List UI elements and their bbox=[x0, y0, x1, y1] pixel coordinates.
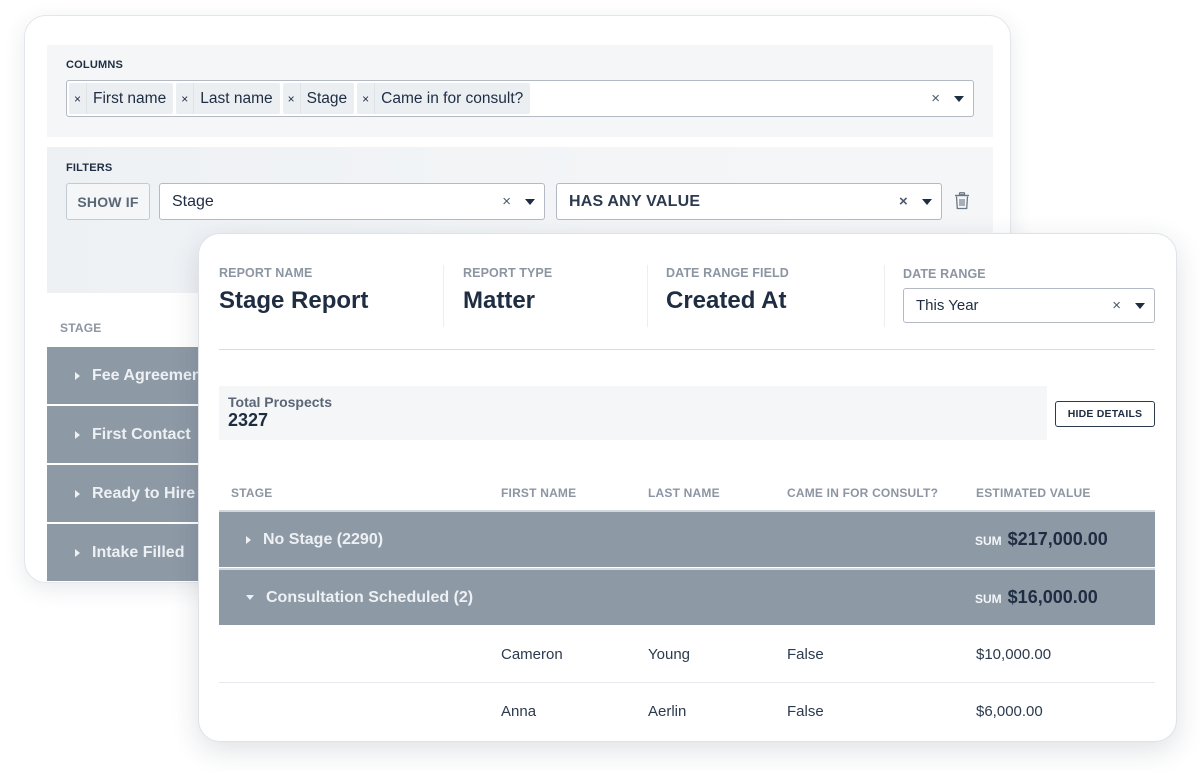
remove-chip-icon[interactable]: × bbox=[283, 83, 301, 114]
collapse-icon bbox=[246, 595, 254, 600]
sum-label: SUM bbox=[975, 592, 1002, 606]
expand-icon bbox=[75, 548, 80, 557]
filter-condition-value: HAS ANY VALUE bbox=[569, 192, 701, 210]
report-type-value: Matter bbox=[463, 287, 536, 314]
remove-chip-icon[interactable]: × bbox=[176, 83, 195, 114]
sum-label: SUM bbox=[975, 534, 1002, 548]
date-range-value: This Year bbox=[916, 297, 979, 314]
chip-label: Came in for consult? bbox=[381, 89, 524, 107]
column-chip-came-in-for-consult: × Came in for consult? bbox=[357, 83, 531, 114]
chevron-down-icon[interactable] bbox=[1135, 302, 1145, 309]
column-header-estimated-value[interactable]: ESTIMATED VALUE bbox=[976, 486, 1091, 500]
report-name-value: Stage Report bbox=[219, 287, 369, 314]
filter-field-select[interactable]: Stage × bbox=[159, 183, 545, 220]
table-row: Anna Aerlin False $6,000.00 bbox=[219, 683, 1155, 740]
filter-field-value: Stage bbox=[172, 192, 214, 210]
column-header-came-in-for-consult[interactable]: CAME IN FOR CONSULT? bbox=[787, 486, 938, 500]
stage-group-label: Consultation Scheduled (2) bbox=[266, 588, 474, 606]
chevron-down-icon[interactable] bbox=[922, 198, 932, 205]
select-controls: × bbox=[931, 90, 973, 107]
date-range-field-field: DATE RANGE FIELD Created At bbox=[666, 266, 789, 315]
column-header-stage[interactable]: STAGE bbox=[231, 486, 272, 500]
expand-icon bbox=[75, 430, 80, 439]
remove-chip-icon[interactable]: × bbox=[357, 83, 376, 114]
trash-icon[interactable] bbox=[954, 192, 970, 210]
total-prospects-box: Total Prospects 2327 bbox=[219, 386, 1047, 440]
expand-icon bbox=[75, 489, 80, 498]
divider bbox=[647, 265, 648, 327]
header-divider bbox=[219, 349, 1155, 350]
report-type-label: REPORT TYPE bbox=[463, 266, 553, 280]
columns-label: COLUMNS bbox=[66, 59, 124, 71]
chip-label: Last name bbox=[200, 89, 273, 107]
column-header-last-name[interactable]: LAST NAME bbox=[648, 486, 720, 500]
show-if-button[interactable]: SHOW IF bbox=[66, 183, 150, 220]
cell-first-name: Anna bbox=[501, 703, 537, 720]
total-prospects-label: Total Prospects bbox=[228, 394, 332, 410]
date-range-select[interactable]: This Year × bbox=[903, 288, 1155, 323]
cell-estimated-value: $10,000.00 bbox=[976, 646, 1052, 663]
total-prospects-value: 2327 bbox=[228, 410, 269, 430]
divider bbox=[884, 265, 885, 327]
group-sum: SUM $217,000.00 bbox=[975, 529, 1108, 550]
stage-group-label: First Contact bbox=[92, 425, 191, 443]
column-chip-stage: × Stage bbox=[282, 83, 355, 114]
chevron-down-icon[interactable] bbox=[525, 198, 535, 205]
clear-icon[interactable]: × bbox=[502, 193, 511, 210]
hide-details-button[interactable]: HIDE DETAILS bbox=[1055, 401, 1155, 427]
group-sum: SUM $16,000.00 bbox=[975, 587, 1098, 608]
columns-multiselect[interactable]: × First name × Last name × Stage × Came … bbox=[66, 80, 974, 117]
sum-value: $217,000.00 bbox=[1007, 529, 1108, 549]
stage-group-label: No Stage (2290) bbox=[263, 530, 384, 548]
table-row: Cameron Young False $10,000.00 bbox=[219, 626, 1155, 683]
filter-condition-select[interactable]: HAS ANY VALUE × bbox=[556, 183, 942, 220]
date-range-label: DATE RANGE bbox=[903, 267, 986, 281]
stage-group-label: Ready to Hire bbox=[92, 484, 196, 502]
stage-group-row[interactable]: No Stage (2290) SUM $217,000.00 bbox=[219, 510, 1155, 567]
column-header-first-name[interactable]: FIRST NAME bbox=[501, 486, 576, 500]
stage-column-header: STAGE bbox=[60, 321, 102, 335]
sum-value: $16,000.00 bbox=[1007, 587, 1098, 607]
cell-first-name: Cameron bbox=[501, 646, 563, 663]
cell-last-name: Aerlin bbox=[648, 703, 687, 720]
chip-label: First name bbox=[93, 89, 167, 107]
date-range-field: DATE RANGE This Year × bbox=[903, 267, 1155, 323]
select-controls: × bbox=[502, 193, 544, 210]
clear-icon[interactable]: × bbox=[899, 193, 908, 210]
cell-came-in: False bbox=[787, 703, 824, 720]
remove-chip-icon[interactable]: × bbox=[69, 83, 87, 114]
select-controls: × bbox=[899, 193, 941, 210]
report-name-label: REPORT NAME bbox=[219, 266, 313, 280]
date-range-field-label: DATE RANGE FIELD bbox=[666, 266, 789, 280]
clear-icon[interactable]: × bbox=[931, 90, 940, 107]
cell-last-name: Young bbox=[648, 646, 690, 663]
chip-label: Stage bbox=[306, 89, 348, 107]
report-card: REPORT NAME Stage Report REPORT TYPE Mat… bbox=[198, 233, 1177, 742]
select-controls: × bbox=[1112, 297, 1154, 314]
column-chip-last-name: × Last name bbox=[176, 83, 280, 114]
expand-icon bbox=[246, 535, 251, 544]
date-range-field-value: Created At bbox=[666, 287, 787, 314]
expand-icon bbox=[75, 371, 80, 380]
divider bbox=[443, 265, 444, 327]
columns-panel: COLUMNS × First name × Last name × Stage… bbox=[47, 45, 993, 137]
report-type-field: REPORT TYPE Matter bbox=[463, 266, 552, 315]
chevron-down-icon[interactable] bbox=[954, 95, 964, 102]
clear-icon[interactable]: × bbox=[1112, 297, 1121, 314]
cell-estimated-value: $6,000.00 bbox=[976, 703, 1043, 720]
stage-group-label: Intake Filled bbox=[92, 543, 185, 561]
filters-label: FILTERS bbox=[66, 162, 113, 174]
stage-group-row[interactable]: Consultation Scheduled (2) SUM $16,000.0… bbox=[219, 568, 1155, 625]
report-name-field: REPORT NAME Stage Report bbox=[219, 266, 368, 315]
column-chip-first-name: × First name bbox=[69, 83, 174, 114]
cell-came-in: False bbox=[787, 646, 824, 663]
